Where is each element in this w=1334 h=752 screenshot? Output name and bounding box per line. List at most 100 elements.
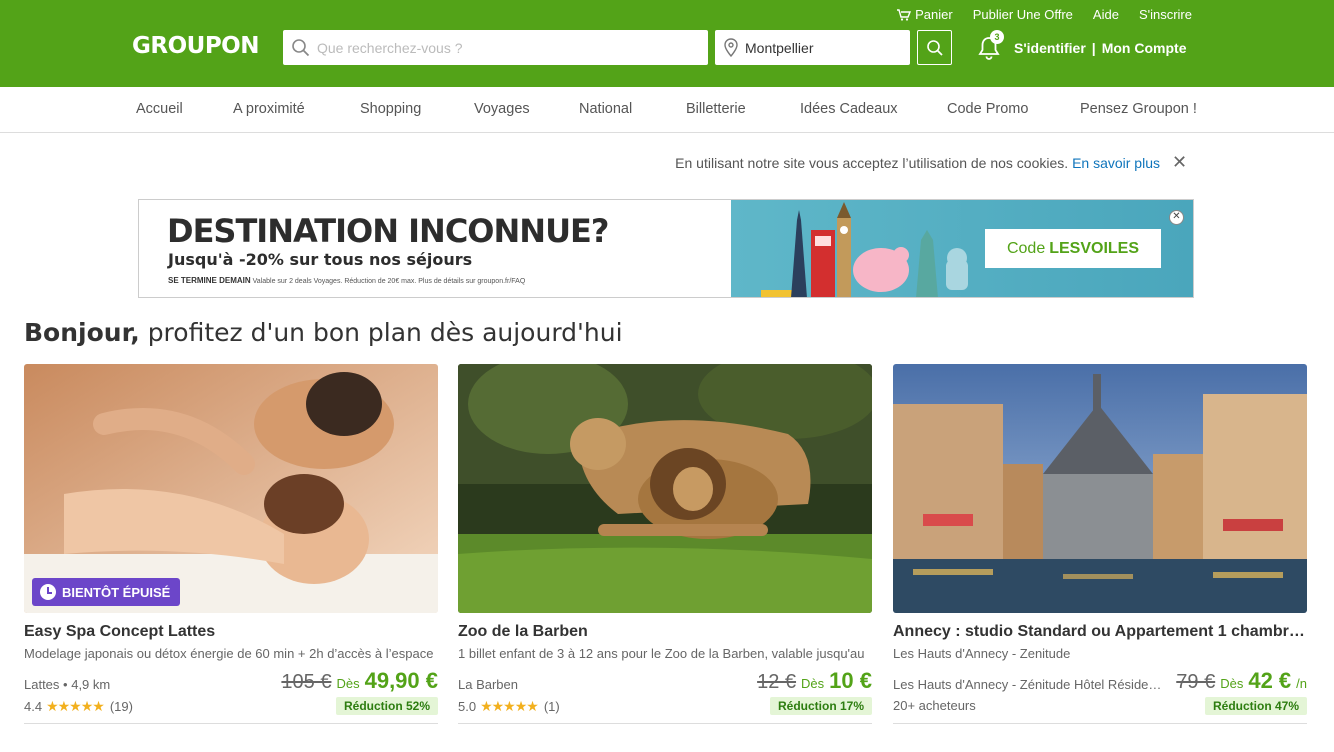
- search-icon: [926, 39, 943, 56]
- deal-price-value: 42 €: [1248, 668, 1292, 693]
- deal-title[interactable]: Easy Spa Concept Lattes: [24, 623, 438, 641]
- account-separator: |: [1091, 40, 1096, 56]
- star-rating-icon: ★★★★★: [480, 698, 539, 714]
- deal-description: Les Hauts d'Annecy - Zenitude: [893, 646, 1071, 661]
- deal-location: Les Hauts d'Annecy - Zénitude Hôtel Rési…: [893, 677, 1163, 692]
- notification-badge: 3: [990, 30, 1004, 44]
- cart-label: Panier: [915, 7, 953, 22]
- banner-conditions: Valable sur 2 deals Voyages. Réduction d…: [252, 278, 526, 285]
- nav-item-shopping[interactable]: Shopping: [360, 101, 421, 117]
- star-rating-icon: ★★★★★: [46, 698, 105, 714]
- location-box: [715, 30, 910, 65]
- search-box: [283, 30, 708, 65]
- card-divider: [893, 723, 1307, 724]
- from-label: Dès: [336, 676, 360, 691]
- original-price: 105 €: [281, 671, 332, 693]
- nav-item-idees-cadeaux[interactable]: Idées Cadeaux: [800, 101, 898, 117]
- nav-item-voyages[interactable]: Voyages: [474, 101, 530, 117]
- search-button[interactable]: [917, 30, 952, 65]
- review-count: (1): [543, 699, 560, 714]
- deal-card-spa[interactable]: BIENTÔT ÉPUISÉ Easy Spa Concept Lattes M…: [24, 364, 438, 726]
- my-account-link[interactable]: Mon Compte: [1102, 40, 1187, 56]
- top-links: Panier Publier Une Offre Aide S'inscrire: [897, 7, 1192, 22]
- nav-item-national[interactable]: National: [579, 101, 632, 117]
- groupon-logo[interactable]: GROUPON: [132, 33, 259, 59]
- deal-rating: 5.0 ★★★★★ (1): [458, 698, 560, 715]
- greeting-hello: Bonjour,: [24, 318, 140, 347]
- banner-close-icon[interactable]: ✕: [1169, 210, 1184, 225]
- cart-link[interactable]: Panier: [897, 7, 953, 22]
- cookie-close-icon[interactable]: ✕: [1172, 152, 1187, 173]
- deal-description: 1 billet enfant de 3 à 12 ans pour le Zo…: [458, 646, 865, 661]
- discount-badge: Réduction 17%: [769, 697, 872, 715]
- site-header: GROUPON Panier Publier Une Offre Aide S'…: [0, 0, 1334, 87]
- spa-massage-photo: [24, 364, 438, 613]
- deal-location: La Barben: [458, 677, 518, 692]
- sold-out-soon-badge: BIENTÔT ÉPUISÉ: [32, 578, 181, 606]
- cookie-notice: En utilisant notre site vous acceptez l’…: [675, 155, 1160, 171]
- banner-fine-print: SE TERMINE DEMAIN Valable sur 2 deals Vo…: [168, 276, 525, 285]
- deal-image-lions[interactable]: [458, 364, 872, 613]
- card-divider: [24, 723, 438, 724]
- deal-distance: • 4,9 km: [63, 677, 111, 692]
- location-pin-icon: [724, 37, 738, 57]
- signup-link[interactable]: S'inscrire: [1139, 7, 1192, 22]
- deal-location-name: Lattes: [24, 677, 60, 692]
- rating-value: 5.0: [458, 699, 477, 714]
- review-count: (19): [109, 699, 133, 714]
- deal-card-annecy[interactable]: Annecy : studio Standard ou Appartement …: [893, 364, 1307, 726]
- search-input[interactable]: [317, 30, 708, 65]
- from-label: Dès: [1220, 676, 1244, 691]
- deal-description: Modelage japonais ou détox énergie de 60…: [24, 646, 434, 661]
- category-nav: Accueil A proximité Shopping Voyages Nat…: [0, 87, 1334, 133]
- nav-item-billetterie[interactable]: Billetterie: [686, 101, 746, 117]
- deal-image-annecy[interactable]: [893, 364, 1307, 613]
- help-link[interactable]: Aide: [1093, 7, 1119, 22]
- cookie-text: En utilisant notre site vous acceptez l’…: [675, 155, 1069, 171]
- greeting-heading: Bonjour, profitez d'un bon plan dès aujo…: [24, 318, 623, 347]
- publish-offer-link[interactable]: Publier Une Offre: [973, 7, 1073, 22]
- banner-ends-tomorrow: SE TERMINE DEMAIN: [168, 276, 251, 285]
- search-icon: [292, 38, 310, 56]
- signin-link[interactable]: S'identifier: [1014, 40, 1086, 56]
- deal-price: 79 € Dès 42 € /n: [1176, 668, 1307, 694]
- nav-item-code-promo[interactable]: Code Promo: [947, 101, 1028, 117]
- deal-image-spa-massage[interactable]: BIENTÔT ÉPUISÉ: [24, 364, 438, 613]
- cart-icon: [897, 8, 912, 21]
- lions-photo: [458, 364, 872, 613]
- sold-out-soon-label: BIENTÔT ÉPUISÉ: [62, 584, 171, 600]
- discount-badge: Réduction 52%: [335, 697, 438, 715]
- original-price: 79 €: [1176, 671, 1216, 693]
- nav-item-a-proximite[interactable]: A proximité: [233, 101, 305, 117]
- card-divider: [458, 723, 872, 724]
- deal-title[interactable]: Zoo de la Barben: [458, 623, 872, 641]
- from-label: Dès: [801, 676, 825, 691]
- deal-price: 12 € Dès 10 €: [757, 668, 872, 694]
- promo-code-prefix: Code: [1006, 239, 1046, 257]
- rating-value: 4.4: [24, 699, 43, 714]
- discount-badge: Réduction 47%: [1204, 697, 1307, 715]
- deal-title[interactable]: Annecy : studio Standard ou Appartement …: [893, 623, 1307, 641]
- cookie-learn-more-link[interactable]: En savoir plus: [1072, 155, 1160, 171]
- location-input[interactable]: [745, 30, 910, 65]
- banner-subline: Jusqu'à -20% sur tous nos séjours: [168, 250, 473, 269]
- nav-item-accueil[interactable]: Accueil: [136, 101, 183, 117]
- banner-headline: DESTINATION INCONNUE?: [167, 212, 609, 250]
- deal-rating: 4.4 ★★★★★ (19): [24, 698, 133, 715]
- promo-banner[interactable]: DESTINATION INCONNUE? Jusqu'à -20% sur t…: [138, 199, 1194, 298]
- deal-price-value: 49,90 €: [364, 668, 438, 693]
- original-price: 12 €: [757, 671, 797, 693]
- nav-item-pensez-groupon[interactable]: Pensez Groupon !: [1080, 101, 1197, 117]
- deal-price: 105 € Dès 49,90 €: [281, 668, 438, 694]
- annecy-canal-photo: [893, 364, 1307, 613]
- clock-icon: [40, 584, 56, 600]
- deal-price-value: 10 €: [829, 668, 872, 693]
- promo-code-button[interactable]: Code LESVOILES: [985, 229, 1161, 268]
- account-links: S'identifier | Mon Compte: [1014, 40, 1186, 56]
- deal-buyers: 20+ acheteurs: [893, 698, 976, 713]
- greeting-text: profitez d'un bon plan dès aujourd'hui: [147, 318, 623, 347]
- promo-code-value: LESVOILES: [1049, 239, 1140, 257]
- per-night-unit: /n: [1296, 676, 1307, 691]
- deal-location: Lattes • 4,9 km: [24, 677, 110, 692]
- deal-card-zoo[interactable]: Zoo de la Barben 1 billet enfant de 3 à …: [458, 364, 872, 726]
